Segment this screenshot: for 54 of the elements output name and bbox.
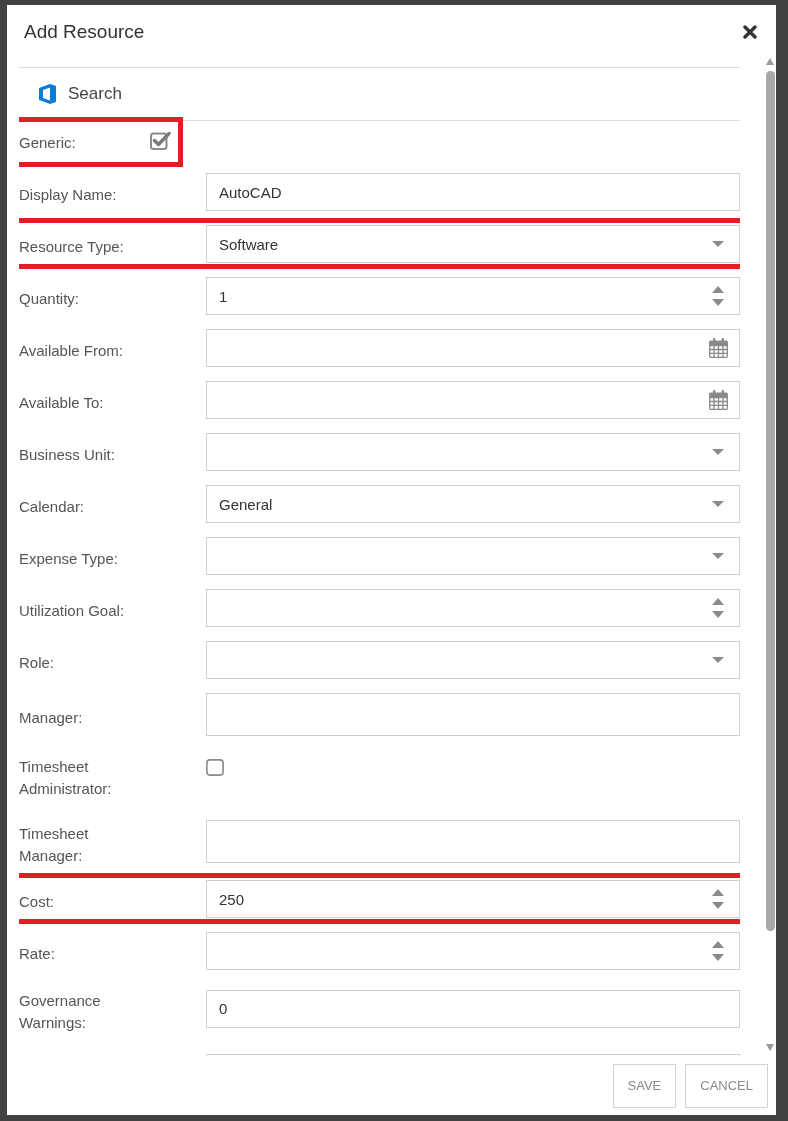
calendar-icon[interactable] [709, 390, 728, 410]
dropdown-field[interactable] [206, 433, 740, 471]
field-label: Manager: [19, 707, 83, 728]
field-label: Governance Warnings: [19, 991, 102, 1033]
checkbox[interactable] [150, 130, 171, 150]
field-label: Utilization Goal: [19, 601, 125, 622]
date-field[interactable] [206, 329, 740, 367]
caret-icon[interactable] [712, 449, 724, 455]
caret-icon[interactable] [712, 241, 724, 247]
field-label: Role: [19, 653, 55, 674]
number-field[interactable]: 250 [206, 880, 740, 918]
field-label: Available From: [19, 341, 123, 362]
input-field[interactable]: 0 [206, 989, 740, 1028]
calendar-icon[interactable] [709, 338, 728, 358]
field-label: Calendar: [19, 497, 85, 518]
scroll-down-icon[interactable] [766, 1044, 774, 1051]
dialog-title: Add Resource [24, 19, 145, 44]
dropdown-field[interactable]: Software [206, 225, 740, 263]
field-label: Rate: [19, 944, 55, 965]
input-field[interactable]: AutoCAD [206, 173, 740, 211]
caret-icon[interactable] [712, 501, 724, 507]
close-button[interactable] [743, 24, 757, 39]
field-label: Resource Type: [19, 237, 124, 258]
search-button[interactable]: Search [39, 83, 122, 105]
field-label: Generic: [19, 133, 76, 154]
number-field[interactable] [206, 932, 740, 970]
scrollbar-thumb[interactable] [765, 71, 775, 931]
field-label: Timesheet Manager: [19, 824, 90, 866]
dropdown-field[interactable] [206, 537, 740, 575]
input-field[interactable] [206, 693, 740, 736]
dropdown-field[interactable]: General [206, 485, 740, 523]
field-label: Timesheet Administrator: [19, 757, 113, 799]
spinner-icon[interactable] [712, 941, 724, 961]
caret-icon[interactable] [712, 553, 724, 559]
dropdown-field[interactable] [206, 641, 740, 679]
scroll-up-icon[interactable] [766, 58, 774, 65]
field-label: Display Name: [19, 185, 117, 206]
caret-icon[interactable] [712, 657, 724, 663]
field-label: Expense Type: [19, 549, 118, 570]
spinner-icon[interactable] [712, 286, 724, 306]
number-field[interactable]: 1 [206, 277, 740, 315]
dialog-button[interactable]: SAVE [612, 1063, 677, 1108]
logo-icon [39, 84, 56, 104]
field-label: Available To: [19, 393, 104, 414]
number-field[interactable] [206, 589, 740, 627]
field-label: Cost: [19, 892, 54, 913]
spinner-icon[interactable] [712, 889, 724, 909]
checkbox[interactable] [206, 759, 224, 776]
spinner-icon[interactable] [712, 598, 724, 618]
field-label: Quantity: [19, 289, 80, 310]
field-label: Business Unit: [19, 445, 115, 466]
dialog-button[interactable]: CANCEL [685, 1063, 768, 1108]
input-field[interactable] [206, 820, 740, 863]
date-field[interactable] [206, 381, 740, 419]
